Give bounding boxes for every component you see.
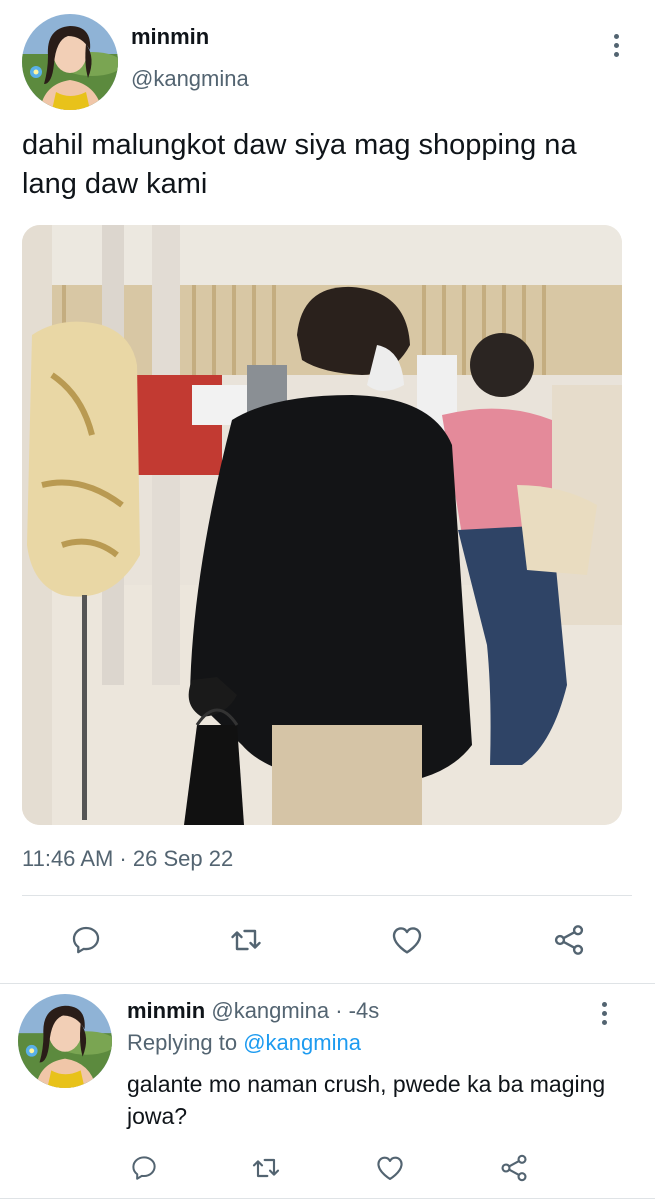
retweet-icon [252,1158,280,1178]
reply-reply-button[interactable] [124,1148,164,1188]
replying-to-label: Replying to [127,1030,238,1055]
share-icon [501,1154,527,1182]
share-button[interactable] [547,918,591,962]
reply-time[interactable]: · -4s [335,998,379,1023]
reply-more-vertical-icon[interactable] [593,994,617,1034]
reply-icon [72,926,100,954]
reply-header: minmin @kangmina · -4s [127,998,379,1024]
share-icon [554,925,584,955]
more-vertical-icon[interactable] [605,26,629,66]
reply-like-button[interactable] [370,1148,410,1188]
retweet-button[interactable] [224,918,268,962]
tweet-text: dahil malungkot daw siya mag shopping na… [22,129,577,200]
divider [22,895,632,896]
avatar[interactable] [22,14,118,110]
divider [0,983,655,984]
reply-text: galante mo naman crush, pwede ka ba magi… [127,1071,606,1129]
display-name[interactable]: minmin [131,24,209,50]
divider [0,1198,655,1199]
replying-to-handle[interactable]: @kangmina [243,1030,361,1055]
tweet-timestamp[interactable]: 11:46 AM · 26 Sep 22 [22,846,233,872]
reply-handle[interactable]: @kangmina [211,998,329,1023]
store-photo-illustration [22,225,622,825]
replying-to: Replying to @kangmina [127,1030,361,1056]
reply-retweet-button[interactable] [246,1148,286,1188]
tweet-photo[interactable] [22,225,622,825]
like-button[interactable] [385,918,429,962]
reply-share-button[interactable] [494,1148,534,1188]
reply-display-name[interactable]: minmin [127,998,205,1023]
heart-icon [392,927,422,954]
reply-button[interactable] [64,918,108,962]
retweet-icon [231,929,261,951]
user-handle[interactable]: @kangmina [131,66,249,92]
reply-icon [132,1156,156,1180]
heart-icon [377,1156,403,1180]
reply-avatar[interactable] [18,994,112,1088]
